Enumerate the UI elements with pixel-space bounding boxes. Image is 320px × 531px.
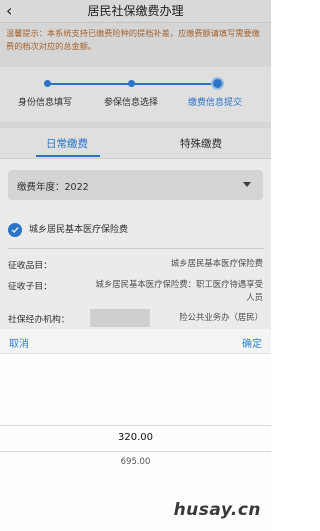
- checkbox-checked-icon[interactable]: [8, 223, 22, 237]
- step-dot-2: [128, 80, 135, 87]
- app-header: ‹ 居民社保缴费办理: [0, 0, 271, 23]
- subitem-line-1: 城乡居民基本医疗保险费：职工医疗待遇享受: [95, 279, 264, 289]
- payment-year-value: 缴费年度：2022: [17, 182, 89, 193]
- collection-item-value: 城乡居民基本医疗保险费: [170, 258, 263, 268]
- caret-down-icon: [243, 182, 251, 187]
- step-label-insurance: 参保信息选择: [104, 98, 159, 108]
- notice-banner: 温馨提示：本系统支持已缴费险种的提档补差，应缴费额请填写需要缴费的档次对应的总金…: [0, 23, 271, 67]
- step-label-payment: 缴费信息提交: [188, 98, 243, 108]
- step-label-identity: 身份信息填写: [18, 98, 73, 108]
- tab-special-payment[interactable]: 特殊缴费: [180, 136, 222, 151]
- progress-steps: 身份信息填写 参保信息选择 缴费信息提交: [0, 67, 271, 122]
- divider: [8, 248, 264, 249]
- picker-selected-option[interactable]: 320.00: [0, 432, 271, 443]
- picker-toolbar: 取消 确定: [0, 329, 271, 354]
- collection-item-label: 征收品目：: [8, 261, 52, 271]
- picker-highlight-bottom: [0, 451, 271, 452]
- subitem-line-2: 人员: [246, 292, 263, 302]
- insurance-type-label: 城乡居民基本医疗保险费: [29, 225, 129, 235]
- redacted-area: [90, 309, 150, 327]
- active-tab-indicator: [36, 155, 100, 157]
- picker-highlight-top: [0, 425, 271, 426]
- step-dot-3: [211, 77, 224, 90]
- step-dot-1: [44, 80, 51, 87]
- collection-subitem-label: 征收子目：: [8, 282, 52, 292]
- tab-daily-payment[interactable]: 日常缴费: [46, 136, 88, 151]
- cancel-button[interactable]: 取消: [9, 335, 29, 350]
- agency-label: 社保经办机构：: [8, 315, 70, 325]
- watermark-logo: husay.cn: [173, 500, 261, 520]
- agency-value: 险公共业务办（居民）: [179, 312, 263, 322]
- collection-subitem-value: 城乡居民基本医疗保险费：职工医疗待遇享受 人员: [96, 278, 264, 304]
- confirm-button[interactable]: 确定: [242, 335, 262, 350]
- tab-bar: 日常缴费 特殊缴费: [0, 128, 271, 159]
- payment-year-select[interactable]: 缴费年度：2022: [8, 170, 263, 200]
- picker-option[interactable]: 695.00: [0, 457, 271, 467]
- step-connector: [48, 83, 132, 85]
- page-title: 居民社保缴费办理: [87, 4, 184, 18]
- step-connector: [132, 83, 218, 85]
